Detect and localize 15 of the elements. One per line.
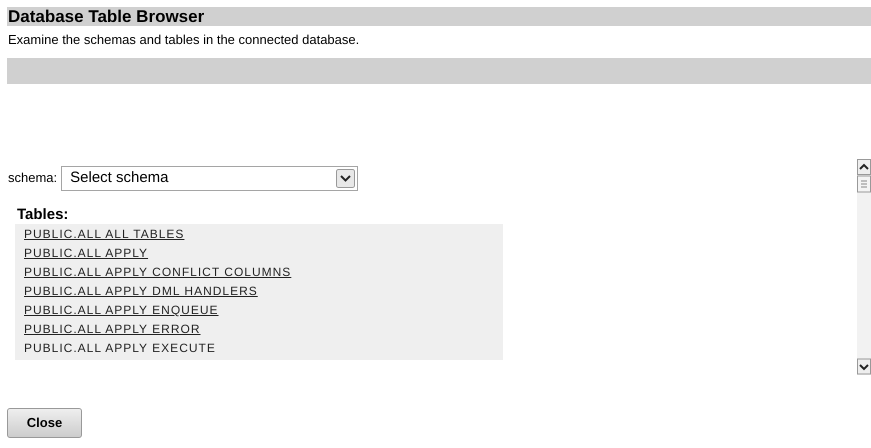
page-title: Database Table Browser bbox=[7, 7, 204, 26]
table-link[interactable]: PUBLIC.ALL APPLY CONFLICT COLUMNS bbox=[24, 263, 292, 282]
scrollbar[interactable] bbox=[857, 158, 871, 374]
caret-icon bbox=[336, 168, 356, 188]
schema-label: schema: bbox=[8, 169, 58, 188]
tables-heading: Tables: bbox=[17, 206, 68, 222]
schema-dropdown[interactable]: Select schema bbox=[61, 166, 358, 190]
table-link[interactable]: PUBLIC.ALL ALL TABLES bbox=[24, 225, 184, 244]
table-link[interactable]: PUBLIC.ALL APPLY bbox=[24, 244, 148, 263]
table-name: PUBLIC.ALL APPLY EXECUTE bbox=[24, 340, 216, 357]
close-button[interactable]: Close bbox=[7, 408, 82, 438]
table-link[interactable]: PUBLIC.ALL APPLY DML HANDLERS bbox=[24, 282, 258, 301]
description: Examine the schemas and tables in the connected database. bbox=[8, 32, 360, 47]
table-link[interactable]: PUBLIC.ALL APPLY ERROR bbox=[24, 320, 201, 339]
table-link[interactable]: PUBLIC.ALL APPLY ENQUEUE bbox=[24, 301, 219, 320]
